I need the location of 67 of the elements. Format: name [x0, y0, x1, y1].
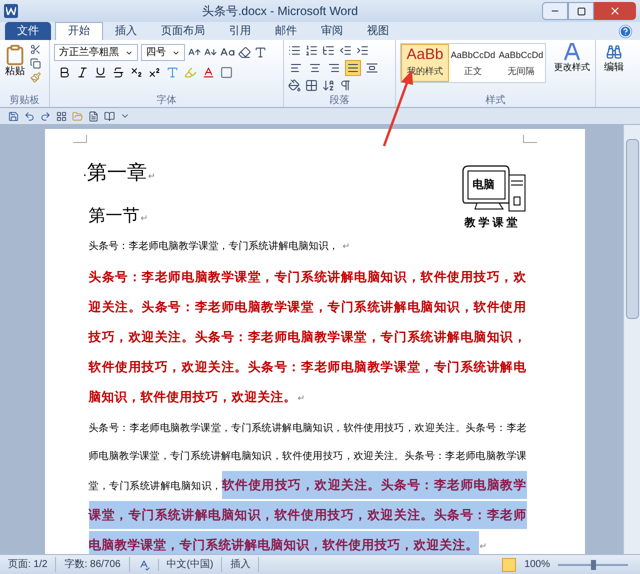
- ribbon-tab[interactable]: 插入: [103, 23, 149, 40]
- clipart-caption: 教学课堂: [464, 216, 520, 231]
- group-label: 字体: [156, 95, 178, 107]
- ribbon-tab[interactable]: 文件: [5, 22, 51, 40]
- undo-icon[interactable]: [24, 110, 35, 122]
- language-status[interactable]: 中文(中国): [158, 557, 222, 572]
- close-icon[interactable]: [609, 5, 621, 17]
- binoculars-icon[interactable]: [606, 44, 622, 60]
- screen-label: 电脑: [472, 178, 494, 193]
- shading-icon[interactable]: [288, 79, 301, 92]
- strikethrough-icon[interactable]: [112, 66, 125, 79]
- heading-text: ·第一章↵: [82, 161, 156, 186]
- word-logo-icon[interactable]: [4, 4, 18, 18]
- word-count[interactable]: 字数: 86/706: [56, 557, 130, 572]
- ribbon-tab[interactable]: 邮件: [263, 23, 309, 40]
- maximize-icon[interactable]: [576, 6, 586, 16]
- pilcrow-icon[interactable]: [339, 79, 352, 92]
- body-paragraph: 头条号：李老师电脑教学课堂，专门系统讲解电脑知识，软件使用技巧，欢迎关注。头条号：李老师电脑教学课堂，专门系统讲解电脑知识，软件使用技巧，欢迎关注。头条号：李老师电脑教学课堂，专门系统讲解电脑知识，软件使用技巧，欢迎关注。头条号：李老师电脑教学课堂，专门系统讲解电脑知识，软件使用技巧，欢迎关注。↵: [88, 269, 526, 406]
- copy-icon[interactable]: [30, 58, 41, 69]
- multilevel-list-icon[interactable]: [322, 44, 335, 57]
- style-gallery-item[interactable]: AaBbCcDd 正文: [449, 44, 497, 82]
- bold-icon[interactable]: [58, 66, 71, 79]
- layout-icon[interactable]: [56, 110, 67, 122]
- zoom-level[interactable]: 100%: [524, 557, 550, 572]
- subscript-icon[interactable]: [130, 66, 143, 79]
- italic-icon[interactable]: [76, 66, 89, 79]
- redo-icon[interactable]: [40, 110, 51, 122]
- group-label: 段落: [328, 95, 350, 107]
- cut-icon[interactable]: [30, 44, 41, 55]
- zoom-slider-thumb[interactable]: [591, 560, 596, 570]
- window-title: 头条号.docx - Microsoft Word: [202, 3, 358, 20]
- ribbon-tab[interactable]: 审阅: [309, 23, 355, 40]
- sort-icon[interactable]: [322, 79, 335, 92]
- insert-mode-status[interactable]: 插入: [222, 557, 260, 572]
- group-label: 样式: [484, 95, 506, 107]
- font-color-icon[interactable]: [202, 66, 215, 79]
- ribbon-tab[interactable]: 视图: [355, 23, 401, 40]
- clipboard-icon[interactable]: [4, 44, 26, 66]
- increase-indent-icon[interactable]: [356, 44, 369, 57]
- underline-icon[interactable]: [94, 66, 107, 79]
- decrease-indent-icon[interactable]: [339, 44, 352, 57]
- heading-text: 第一节↵: [88, 205, 148, 227]
- document-icon[interactable]: [88, 110, 99, 122]
- styles-letter-icon[interactable]: [563, 43, 581, 61]
- body-paragraph: 头条号：李老师电脑教学课堂，专门系统讲解电脑知识，软件使用技巧，欢迎关注。头条号：李老师电脑教学课堂，专门系统讲解电脑知识，软件使用技巧，欢迎关注。头条号：李老师电脑教学课堂，专门系统讲解电脑知识，软件使用技巧，欢迎关注。头条号：李老师电脑教学课堂，专门系统讲解电脑知识，软件使用技巧，欢迎关注。头条号：李老师电脑教学课堂，专门系统讲解电脑知识，软件使用技巧，欢迎关注。↵: [88, 422, 526, 554]
- editing-label[interactable]: 编辑: [604, 60, 624, 75]
- ribbon-tab[interactable]: 页面布局: [149, 23, 217, 40]
- change-styles-label[interactable]: 更改样式: [554, 61, 590, 74]
- body-paragraph: 头条号：李老师电脑教学课堂，专门系统讲解电脑知识， ↵: [88, 240, 352, 254]
- borders-icon[interactable]: [305, 79, 318, 92]
- help-icon[interactable]: [619, 25, 632, 38]
- proofing-icon[interactable]: [138, 558, 150, 570]
- paste-label[interactable]: 粘贴: [5, 66, 25, 78]
- text-effects-icon[interactable]: [166, 66, 179, 79]
- vertical-scrollbar[interactable]: [623, 125, 640, 554]
- book-icon[interactable]: [104, 110, 115, 122]
- character-shading-icon[interactable]: [220, 66, 233, 79]
- text-border-icon[interactable]: [254, 46, 267, 59]
- ribbon-tab[interactable]: 引用: [217, 23, 263, 40]
- numbered-list-icon[interactable]: [305, 44, 318, 57]
- eraser-icon[interactable]: [238, 46, 251, 59]
- ribbon-tab[interactable]: 开始: [55, 22, 103, 40]
- group-label: 剪贴板: [8, 95, 40, 107]
- superscript-icon[interactable]: [148, 66, 161, 79]
- style-gallery-item[interactable]: AaBbCcDd 无间隔: [497, 44, 545, 82]
- save-icon[interactable]: [8, 110, 19, 122]
- page-count[interactable]: 页面: 1/2: [0, 557, 56, 572]
